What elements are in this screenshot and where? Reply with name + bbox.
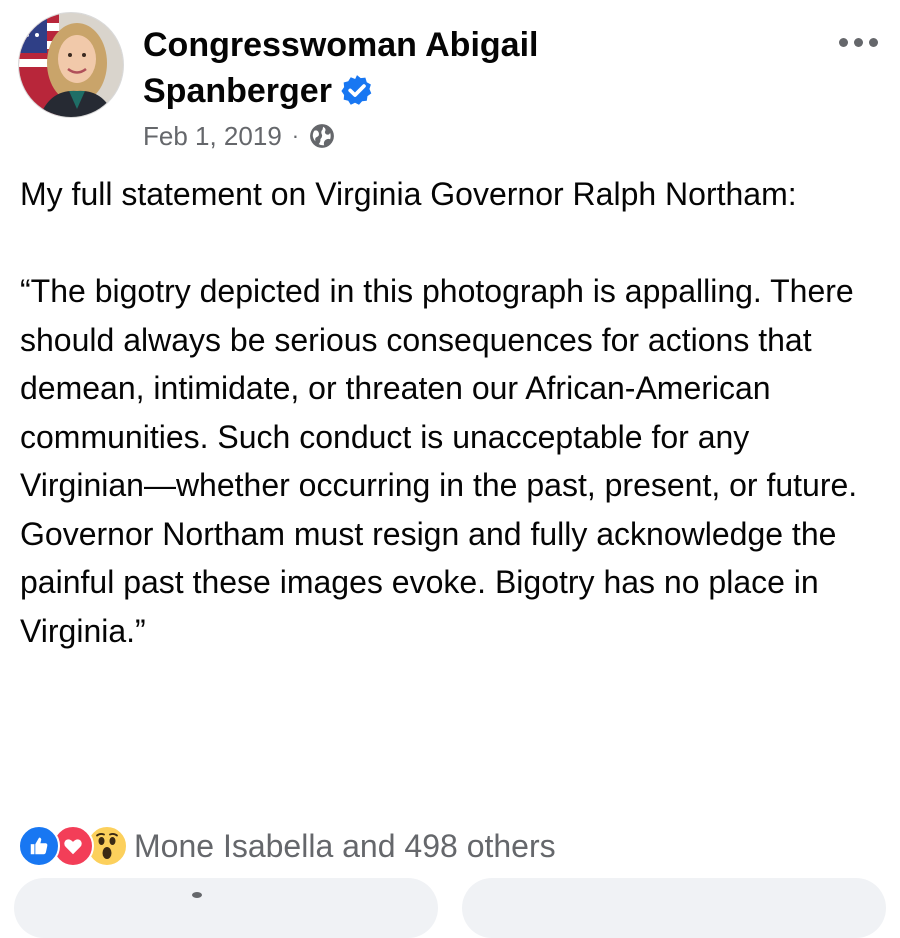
post-meta: Feb 1, 2019 · [143,118,335,154]
more-options-icon-dot [868,37,878,47]
post-date[interactable]: Feb 1, 2019 [143,121,282,152]
verified-badge-icon [341,75,372,105]
avatar-photo [19,13,123,117]
like-icon [18,825,60,867]
like-action-button[interactable] [14,878,438,938]
reactions-bar[interactable]: Mone Isabella and 498 others [18,822,556,870]
reaction-summary[interactable]: Mone Isabella and 498 others [134,828,556,865]
facebook-post: Congresswoman Abigail Spanberger Feb 1, … [0,0,900,938]
more-options-icon [838,37,848,47]
comment-action-button[interactable] [462,878,886,938]
meta-separator: · [291,123,300,148]
more-options-button[interactable] [830,22,886,62]
more-options-icon-dot [853,37,863,47]
post-body-text: My full statement on Virginia Governor R… [20,176,858,649]
author-name[interactable]: Congresswoman Abigail Spanberger [143,22,663,114]
globe-icon[interactable] [309,123,335,149]
author-avatar[interactable] [18,12,124,118]
like-action-icon [192,892,202,898]
reaction-icons[interactable] [18,825,128,867]
